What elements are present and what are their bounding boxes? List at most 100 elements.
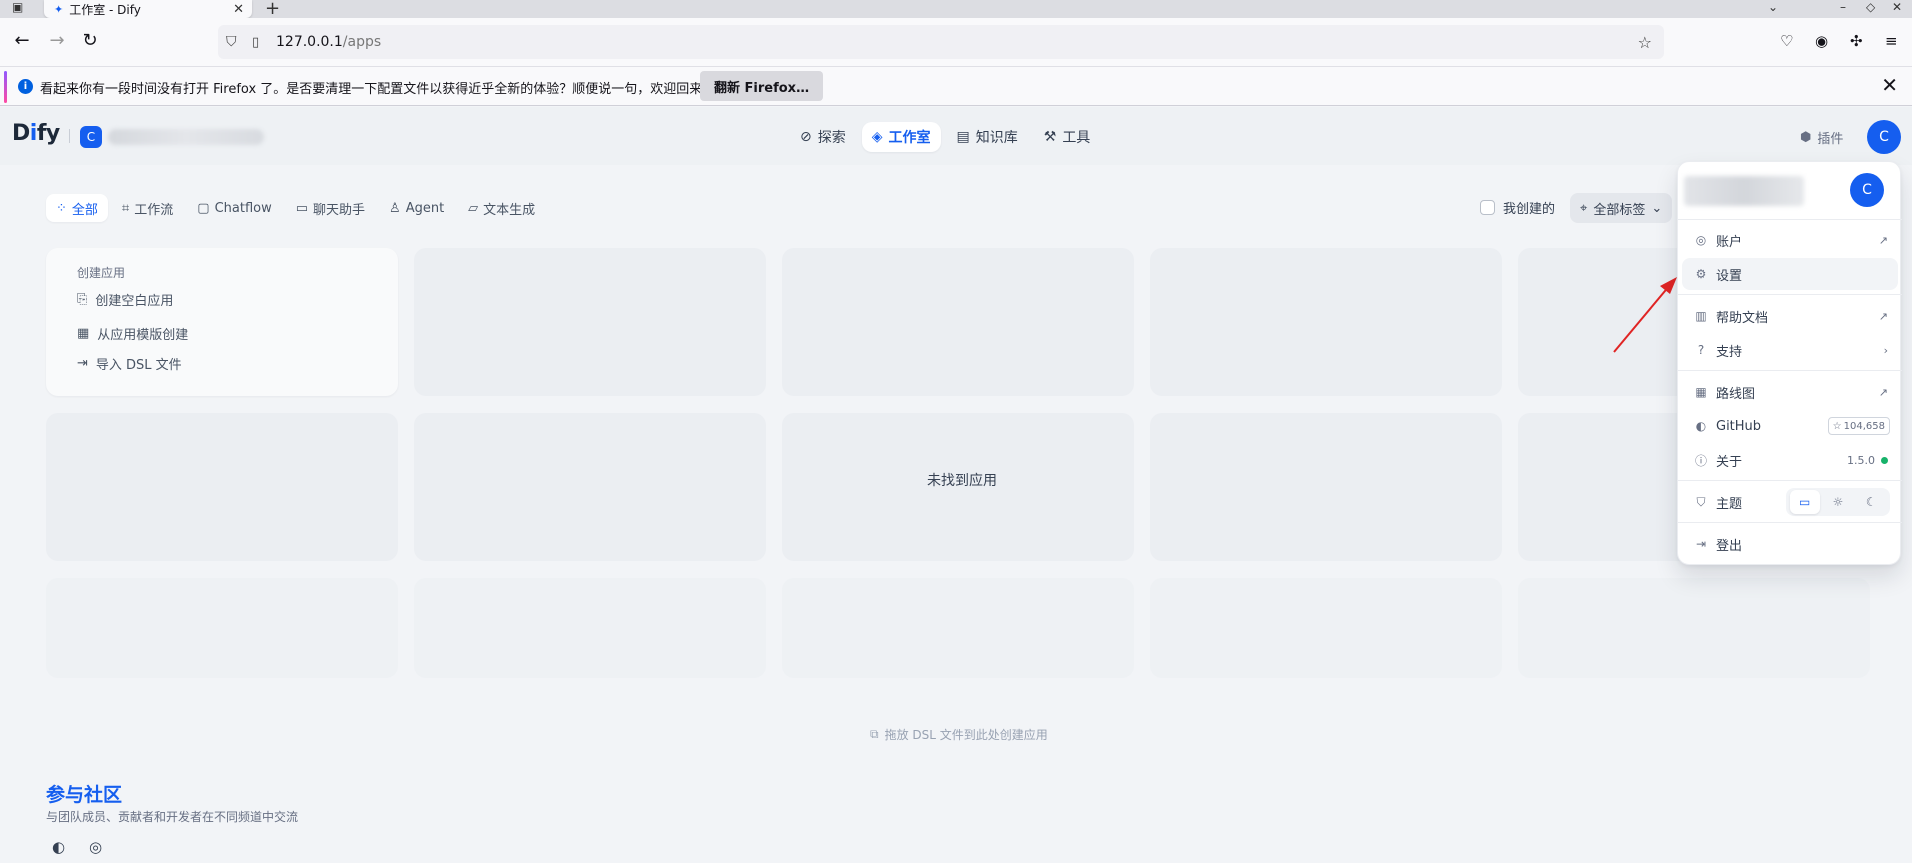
workspace-avatar[interactable]: C — [80, 126, 102, 148]
filter-text-generation[interactable]: ▱ 文本生成 — [458, 194, 545, 222]
extensions-icon[interactable]: ✣ — [1850, 32, 1863, 50]
new-tab-button[interactable]: + — [265, 0, 280, 19]
nav-studio[interactable]: ◈ 工作室 — [861, 122, 941, 152]
cube-icon: ⬢ — [1800, 130, 1812, 145]
user-circle-icon: ◎ — [1695, 233, 1707, 247]
placeholder-card — [46, 413, 398, 561]
created-by-me-checkbox[interactable] — [1480, 200, 1495, 215]
tab-list-icon[interactable]: ▣ — [12, 0, 23, 14]
back-icon[interactable]: ← — [10, 30, 34, 51]
browser-tab[interactable]: ✦ 工作室 - Dify ✕ — [44, 0, 252, 18]
account-icon[interactable]: ◉ — [1815, 32, 1828, 50]
placeholder-card — [1150, 248, 1502, 396]
filter-agent[interactable]: ♙ Agent — [379, 194, 454, 222]
maximize-icon[interactable]: ◇ — [1866, 0, 1875, 14]
forward-icon[interactable]: → — [45, 30, 69, 51]
refresh-firefox-button[interactable]: 翻新 Firefox… — [700, 71, 824, 101]
chevron-down-icon[interactable]: ⌄ — [1768, 0, 1778, 14]
empty-state-text: 未找到应用 — [927, 473, 997, 489]
gear-icon: ⚙ — [1695, 267, 1707, 281]
robot-icon: ◈ — [871, 129, 883, 145]
hammer-icon: ⚒ — [1043, 129, 1057, 145]
bookmark-star-icon[interactable]: ☆ — [1638, 33, 1652, 52]
import-dsl-button[interactable]: ⇥ 导入 DSL 文件 — [77, 354, 182, 373]
browser-navbar: ← → ↻ ⛉ ▯ 127.0.0.1/apps ☆ ♡ ◉ ✣ ≡ — [0, 18, 1912, 66]
filter-all[interactable]: ⁘ 全部 — [46, 194, 108, 222]
app-header: Dify C ⊘ 探索 ◈ 工作室 ▤ 知识库 ⚒ 工具 ⬢ 插件 C — [0, 107, 1912, 165]
placeholder-card — [46, 578, 398, 678]
url-bar[interactable]: ⛉ ▯ 127.0.0.1/apps ☆ — [218, 25, 1664, 59]
workspace-name-redacted[interactable] — [108, 129, 264, 145]
placeholder-card — [1150, 578, 1502, 678]
theme-system-icon[interactable]: ▭ — [1789, 490, 1820, 514]
info-circle-icon: ⓘ — [1694, 453, 1707, 468]
notice-close-icon[interactable]: ✕ — [1881, 73, 1898, 97]
dify-logo[interactable]: Dify — [12, 121, 60, 146]
menu-divider — [1678, 294, 1902, 295]
dify-favicon-icon: ✦ — [54, 2, 64, 16]
menu-item-help-docs[interactable]: ▥ 帮助文档 ↗ — [1682, 300, 1898, 332]
menu-item-theme: ⛉ 主题 ▭ ☼ ☾ — [1682, 486, 1898, 518]
book-icon: ▤ — [956, 129, 970, 145]
external-link-icon: ↗ — [1878, 233, 1888, 247]
nav-knowledge[interactable]: ▤ 知识库 — [947, 122, 1028, 152]
discord-icon[interactable]: ◎ — [89, 838, 102, 856]
notice-stripe — [4, 71, 7, 103]
help-circle-icon: ? — [1697, 343, 1705, 357]
placeholder-card — [1518, 578, 1870, 678]
github-icon[interactable]: ◐ — [52, 838, 65, 856]
grid-icon: ⁘ — [56, 200, 67, 216]
main-nav: ⊘ 探索 ◈ 工作室 ▤ 知识库 ⚒ 工具 — [790, 122, 1100, 152]
info-icon: i — [18, 79, 33, 94]
menu-divider — [1678, 480, 1902, 481]
menu-item-settings[interactable]: ⚙ 设置 — [1682, 258, 1898, 290]
window-close-icon[interactable]: ✕ — [1892, 0, 1902, 14]
tag-filter-select[interactable]: ⌖ 全部标签 ⌄ — [1570, 193, 1673, 223]
create-from-template-button[interactable]: ▦ 从应用模版创建 — [77, 324, 188, 343]
user-info-redacted — [1684, 176, 1804, 206]
version-badge: 1.5.0 — [1847, 454, 1888, 467]
menu-item-logout[interactable]: ⇥ 登出 — [1682, 528, 1898, 560]
menu-item-about[interactable]: ⓘ 关于 1.5.0 — [1682, 444, 1898, 476]
created-by-me-toggle[interactable]: 我创建的 — [1480, 198, 1555, 217]
page-icon[interactable]: ▯ — [252, 35, 259, 50]
map-icon: ▦ — [1695, 385, 1707, 399]
book-open-icon: ▥ — [1695, 309, 1707, 323]
theme-dark-icon[interactable]: ☾ — [1856, 490, 1886, 514]
nav-explore[interactable]: ⊘ 探索 — [790, 122, 856, 152]
minimize-icon[interactable]: – — [1840, 0, 1846, 14]
workflow-icon: ⌗ — [121, 200, 130, 216]
url-text[interactable]: 127.0.0.1/apps — [276, 34, 381, 50]
reload-icon[interactable]: ↻ — [78, 30, 102, 51]
menu-divider — [1678, 522, 1902, 523]
pocket-icon[interactable]: ♡ — [1780, 32, 1793, 50]
community-desc: 与团队成员、贡献者和开发者在不同频道中交流 — [46, 810, 299, 824]
menu-item-support[interactable]: ? 支持 › — [1682, 334, 1898, 366]
placeholder-card — [782, 248, 1134, 396]
menu-divider — [1678, 219, 1902, 220]
chat-bubble-icon: ▭ — [295, 200, 309, 216]
menu-item-account[interactable]: ◎ 账户 ↗ — [1682, 224, 1898, 256]
shield-icon[interactable]: ⛉ — [226, 34, 237, 50]
header-divider — [69, 129, 70, 143]
browser-tabstrip: ▣ ✦ 工作室 - Dify ✕ + ⌄ – ◇ ✕ — [0, 0, 1912, 19]
tab-close-icon[interactable]: ✕ — [233, 2, 244, 17]
nav-tools[interactable]: ⚒ 工具 — [1034, 122, 1101, 152]
menu-item-github[interactable]: ◐ GitHub ☆ 104,658 — [1682, 410, 1898, 442]
community-title: 参与社区 — [46, 784, 123, 806]
menu-divider — [1678, 370, 1902, 371]
filter-chat-assistant[interactable]: ▭ 聊天助手 — [286, 194, 375, 222]
user-avatar[interactable]: C — [1867, 120, 1901, 154]
create-blank-app-button[interactable]: ⎘ 创建空白应用 — [77, 290, 173, 309]
filter-chatflow[interactable]: ▢ Chatflow — [187, 194, 281, 222]
placeholder-card — [414, 578, 766, 678]
notice-message: 看起来你有一段时间没有打开 Firefox 了。是否要清理一下配置文件以获得近乎… — [40, 82, 716, 97]
filter-workflow[interactable]: ⌗ 工作流 — [112, 194, 183, 222]
theme-light-icon[interactable]: ☼ — [1823, 490, 1853, 514]
firefox-notice-bar: i 看起来你有一段时间没有打开 Firefox 了。是否要清理一下配置文件以获得… — [0, 66, 1912, 106]
external-link-icon: ↗ — [1878, 385, 1888, 399]
logout-icon: ⇥ — [1695, 537, 1707, 551]
menu-icon[interactable]: ≡ — [1885, 32, 1898, 50]
plugins-button[interactable]: ⬢ 插件 — [1800, 128, 1843, 147]
menu-item-roadmap[interactable]: ▦ 路线图 ↗ — [1682, 376, 1898, 408]
